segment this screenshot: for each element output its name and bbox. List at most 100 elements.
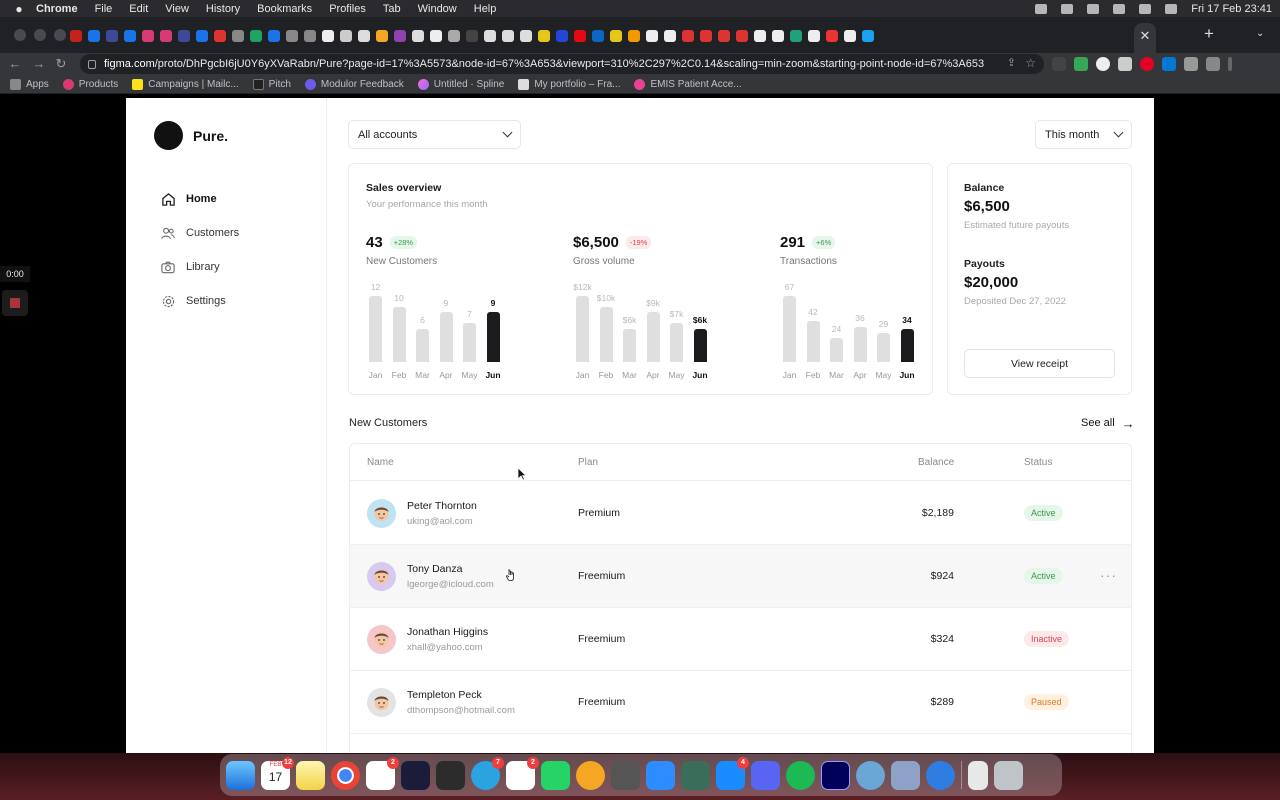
- tab[interactable]: [538, 30, 550, 42]
- bookmark-modulor[interactable]: Modulor Feedback: [304, 78, 404, 90]
- tab[interactable]: [718, 30, 730, 42]
- tab[interactable]: [412, 30, 424, 42]
- tab[interactable]: [340, 30, 352, 42]
- tab[interactable]: [826, 30, 838, 42]
- screen-recorder-icon[interactable]: [401, 760, 430, 790]
- sidebar-item-customers[interactable]: Customers: [160, 216, 239, 250]
- menu-tab[interactable]: Tab: [383, 3, 401, 15]
- period-filter-select[interactable]: This month: [1035, 120, 1132, 149]
- view-receipt-button[interactable]: View receipt: [964, 349, 1115, 378]
- battery-icon[interactable]: [1139, 3, 1152, 14]
- tab[interactable]: [178, 30, 190, 42]
- tab[interactable]: [286, 30, 298, 42]
- tab[interactable]: [682, 30, 694, 42]
- new-tab-button[interactable]: +: [1200, 25, 1218, 43]
- pinterest-icon[interactable]: [1140, 57, 1154, 71]
- bookmark-pitch[interactable]: Pitch: [252, 78, 291, 90]
- extension-icon[interactable]: [1118, 57, 1132, 71]
- tab[interactable]: [484, 30, 496, 42]
- back-arrow-icon[interactable]: ←: [6, 55, 24, 73]
- calendar-icon[interactable]: FEB 17 12: [261, 756, 294, 790]
- tab[interactable]: [268, 30, 280, 42]
- slack-icon[interactable]: 2: [366, 756, 399, 790]
- wifi-icon[interactable]: [1113, 3, 1126, 14]
- tab[interactable]: [520, 30, 532, 42]
- see-all-link[interactable]: See all →: [1081, 417, 1135, 430]
- chrome-icon[interactable]: [331, 760, 360, 790]
- document-icon[interactable]: [968, 760, 988, 790]
- tab[interactable]: [610, 30, 622, 42]
- extension-icon[interactable]: [1096, 57, 1110, 71]
- telegram-icon[interactable]: 7: [471, 756, 504, 790]
- column-header-name[interactable]: Name: [367, 457, 394, 468]
- tab[interactable]: [376, 30, 388, 42]
- tab[interactable]: [232, 30, 244, 42]
- tab[interactable]: [142, 30, 154, 42]
- stop-recording-button[interactable]: [2, 290, 28, 316]
- bookmark-products[interactable]: Products: [62, 78, 118, 90]
- tab[interactable]: [466, 30, 478, 42]
- status-icon[interactable]: [1035, 3, 1048, 14]
- apple-icon[interactable]: ●: [12, 2, 26, 16]
- sidebar-item-settings[interactable]: Settings: [160, 284, 239, 318]
- share-icon[interactable]: ⇪: [1007, 56, 1016, 69]
- tab[interactable]: [862, 30, 874, 42]
- puzzle-icon[interactable]: [1184, 57, 1198, 71]
- tab[interactable]: [556, 30, 568, 42]
- spotify-icon[interactable]: [786, 760, 815, 790]
- zoom-window-button[interactable]: [54, 29, 66, 41]
- sidebar-item-library[interactable]: Library: [160, 250, 239, 284]
- finder-icon[interactable]: [226, 760, 255, 790]
- tab[interactable]: [664, 30, 676, 42]
- menu-bookmarks[interactable]: Bookmarks: [257, 3, 312, 15]
- tab[interactable]: [106, 30, 118, 42]
- menu-window[interactable]: Window: [418, 3, 457, 15]
- tab[interactable]: [790, 30, 802, 42]
- utility-icon[interactable]: [681, 760, 710, 790]
- minimize-window-button[interactable]: [34, 29, 46, 41]
- extension-icon[interactable]: [1074, 57, 1088, 71]
- bookmark-mailchimp[interactable]: Campaigns | Mailc...: [132, 78, 239, 90]
- tab[interactable]: [448, 30, 460, 42]
- app-store-icon[interactable]: 4: [716, 756, 749, 790]
- notes-icon[interactable]: [296, 760, 325, 790]
- table-row[interactable]: Jonathan Higgins xhall@yahoo.com Freemium $…: [350, 608, 1131, 671]
- sidebar-icon[interactable]: [1206, 57, 1220, 71]
- zoom-icon[interactable]: [646, 760, 675, 790]
- whatsapp-icon[interactable]: [541, 760, 570, 790]
- menu-file[interactable]: File: [95, 3, 113, 15]
- more-menu-icon[interactable]: [1228, 57, 1232, 71]
- menu-view[interactable]: View: [165, 3, 189, 15]
- bookmark-star-icon[interactable]: ☆: [1025, 56, 1036, 70]
- bookmark-portfolio[interactable]: My portfolio – Fra...: [518, 78, 620, 90]
- tab[interactable]: [592, 30, 604, 42]
- column-header-plan[interactable]: Plan: [578, 457, 598, 468]
- more-options-icon[interactable]: ···: [1100, 567, 1117, 583]
- discord-icon[interactable]: [751, 760, 780, 790]
- after-effects-icon[interactable]: [821, 760, 850, 790]
- figma-icon[interactable]: [436, 760, 465, 790]
- reload-icon[interactable]: ↻: [52, 55, 70, 73]
- tab[interactable]: [808, 30, 820, 42]
- menu-edit[interactable]: Edit: [129, 3, 148, 15]
- tab[interactable]: [304, 30, 316, 42]
- table-row[interactable]: Templeton Peck dthompson@hotmail.com Freem…: [350, 671, 1131, 734]
- menu-help[interactable]: Help: [474, 3, 497, 15]
- column-header-status[interactable]: Status: [1024, 457, 1052, 468]
- tab[interactable]: [628, 30, 640, 42]
- tab[interactable]: [358, 30, 370, 42]
- extension-icon[interactable]: [1162, 57, 1176, 71]
- tab[interactable]: [700, 30, 712, 42]
- calculator-icon[interactable]: [611, 760, 640, 790]
- menubar-clock[interactable]: Fri 17 Feb 23:41: [1191, 3, 1272, 15]
- tab[interactable]: [160, 30, 172, 42]
- forward-arrow-icon[interactable]: →: [30, 55, 48, 73]
- network-icon[interactable]: [856, 760, 885, 790]
- tab-search-chevron-icon[interactable]: ⌄: [1256, 28, 1264, 39]
- tab[interactable]: [754, 30, 766, 42]
- sidebar-item-home[interactable]: Home: [160, 182, 239, 216]
- menu-chrome[interactable]: Chrome: [36, 3, 78, 15]
- bookmark-emis[interactable]: EMIS Patient Acce...: [634, 78, 742, 90]
- menu-profiles[interactable]: Profiles: [329, 3, 366, 15]
- table-row[interactable]: Peter Thornton uking@aol.com Premium $2,189…: [350, 482, 1131, 545]
